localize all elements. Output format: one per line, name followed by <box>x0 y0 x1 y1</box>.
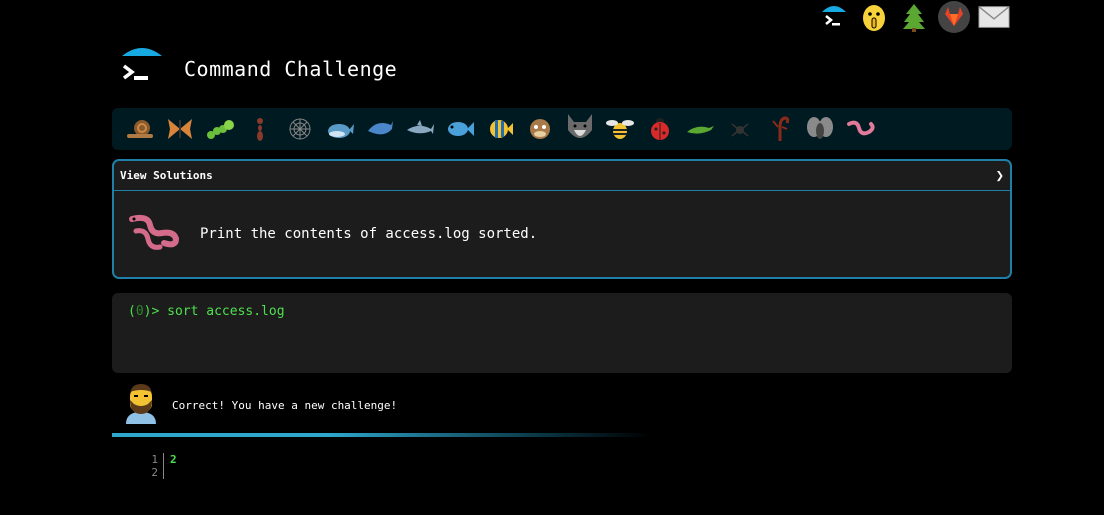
mail-icon[interactable] <box>978 1 1010 33</box>
app-header: Command Challenge <box>118 46 397 92</box>
prompt-open: ( <box>128 304 136 319</box>
chevron-right-icon[interactable]: ❯ <box>996 168 1004 184</box>
feedback-message: Correct! You have a new challenge! <box>172 398 398 412</box>
output-line: 2 <box>170 453 177 466</box>
view-solutions-toggle[interactable]: View Solutions ❯ <box>114 161 1010 191</box>
command-text: sort access.log <box>167 304 285 319</box>
tree-icon[interactable] <box>898 1 930 33</box>
dolphin-icon[interactable] <box>360 109 400 149</box>
ant-icon[interactable] <box>240 109 280 149</box>
bearded-man-avatar <box>124 382 158 428</box>
progress-bar <box>112 433 652 437</box>
terminal-logo-icon[interactable] <box>818 1 850 33</box>
prompt-close: )> <box>143 304 168 319</box>
line-number: 1 <box>151 453 158 466</box>
terminal-logo-icon[interactable] <box>118 46 166 92</box>
worm-icon <box>126 213 182 257</box>
line-number: 2 <box>151 466 158 479</box>
fly-icon[interactable] <box>800 109 840 149</box>
whale-icon[interactable] <box>320 109 360 149</box>
spider-web-icon[interactable] <box>280 109 320 149</box>
shark-icon[interactable] <box>400 109 440 149</box>
challenge-task: Print the contents of access.log sorted. <box>200 226 538 242</box>
feedback-row: Correct! You have a new challenge! <box>124 382 397 428</box>
line-number-gutter: 1 2 <box>140 453 164 479</box>
fish-icon[interactable] <box>440 109 480 149</box>
worm-icon[interactable] <box>840 109 880 149</box>
snail-icon[interactable] <box>120 109 160 149</box>
caterpillar-icon[interactable] <box>200 109 240 149</box>
spider-icon[interactable] <box>720 109 760 149</box>
tropical-fish-icon[interactable] <box>480 109 520 149</box>
command-output: 1 2 2 <box>140 453 177 479</box>
butterfly-icon[interactable] <box>160 109 200 149</box>
view-solutions-label: View Solutions <box>120 169 213 182</box>
challenge-panel: View Solutions ❯ Print the contents of a… <box>112 159 1012 279</box>
challenge-creature-bar <box>112 108 1012 150</box>
lizard-icon[interactable] <box>680 109 720 149</box>
command-terminal[interactable]: (0)> sort access.log <box>112 293 1012 373</box>
shushing-face-icon[interactable] <box>858 1 890 33</box>
wolf-icon[interactable] <box>560 109 600 149</box>
ladybug-icon[interactable] <box>640 109 680 149</box>
page-title: Command Challenge <box>184 57 398 81</box>
bee-icon[interactable] <box>600 109 640 149</box>
top-nav <box>818 0 1010 34</box>
exit-code: 0 <box>135 304 144 319</box>
output-lines: 2 <box>164 453 177 479</box>
pufferfish-icon[interactable] <box>520 109 560 149</box>
gitlab-icon[interactable] <box>938 1 970 33</box>
challenge-body: Print the contents of access.log sorted. <box>114 191 1010 277</box>
scorpion-icon[interactable] <box>760 109 800 149</box>
